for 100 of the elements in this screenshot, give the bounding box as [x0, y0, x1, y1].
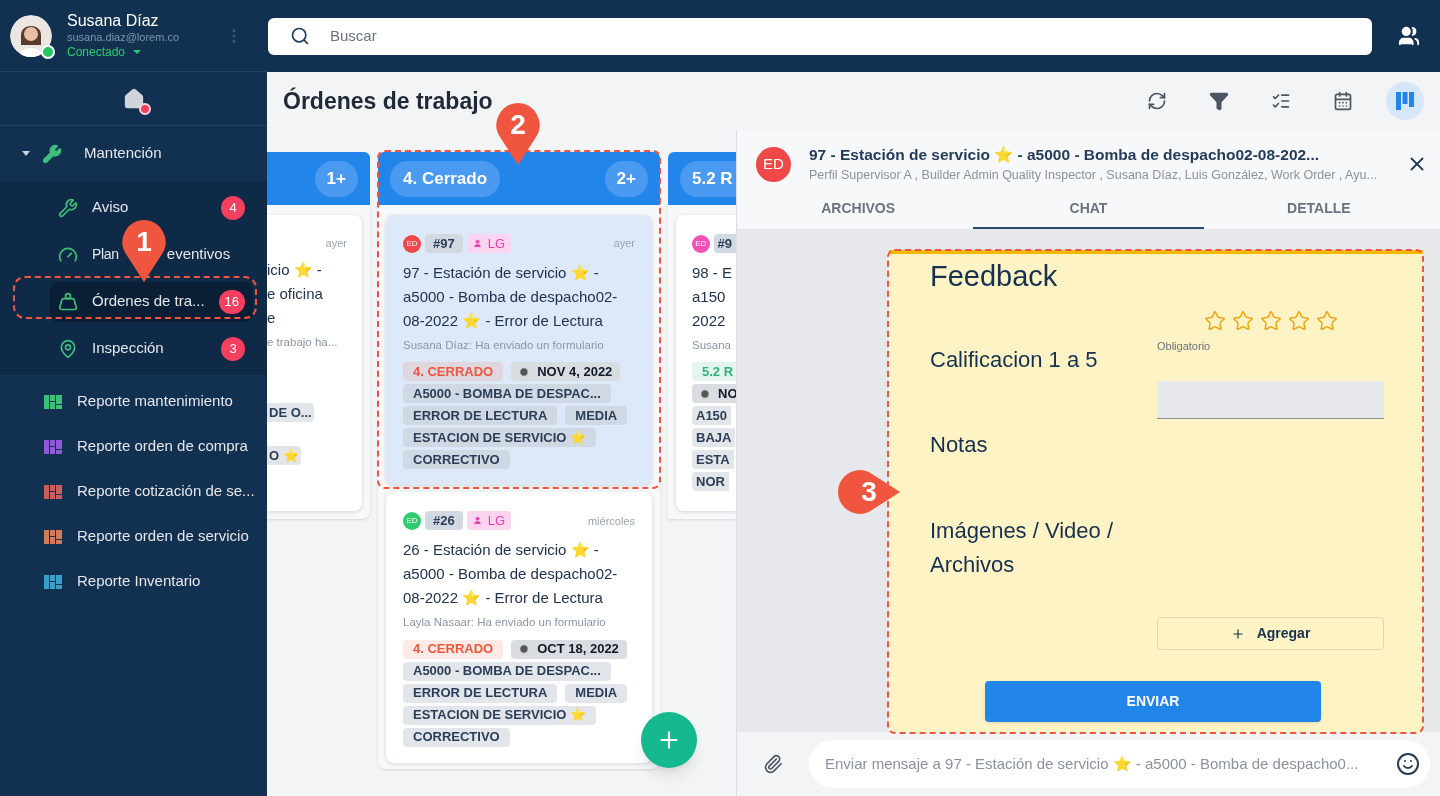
user-name: Susana Díaz	[67, 11, 160, 32]
report-icon	[44, 574, 62, 589]
nav-item-label[interactable]: Aviso	[92, 196, 129, 219]
nav-item[interactable]: Órdenes de tra... 16	[50, 281, 254, 322]
nav-item[interactable]: Reporte cotización de se...	[77, 480, 255, 503]
submit-button[interactable]: ENVIAR	[985, 681, 1321, 722]
nav-group-label[interactable]: Mantención	[84, 142, 162, 165]
order-number: #9	[713, 234, 736, 253]
search-field[interactable]: Buscar	[268, 17, 1372, 55]
nav-item-label[interactable]: Plan	[92, 244, 119, 265]
nav-item[interactable]: Reporte Inventario	[77, 570, 201, 593]
nav-icon[interactable]	[58, 338, 78, 359]
nav-item[interactable]: Reporte orden de compra	[77, 435, 248, 458]
attach-icon[interactable]	[763, 754, 783, 774]
order-number: #97	[425, 234, 463, 253]
status-tag: 4. CERRADO	[403, 362, 504, 382]
tag: DE O...	[267, 402, 314, 422]
avatar: ED	[403, 234, 421, 253]
avatar	[10, 14, 52, 57]
nav-item[interactable]: Reporte mantenimiento	[77, 390, 233, 413]
report-icon	[44, 394, 62, 409]
person-icon	[472, 239, 482, 248]
clock-icon	[519, 366, 530, 377]
refresh-icon	[1147, 91, 1167, 111]
star-icon[interactable]	[1287, 310, 1310, 332]
tag: ESTACION DE SERVICIO ⭐	[403, 428, 596, 448]
callout-tooltip: 1	[122, 220, 166, 282]
star-icon[interactable]	[1315, 310, 1338, 332]
expand-caret-icon[interactable]	[22, 151, 30, 156]
work-order-card[interactable]	[386, 215, 652, 486]
field-label: Imágenes / Video / Archivos	[930, 517, 1115, 579]
clock-icon	[519, 644, 530, 654]
star-icon[interactable]	[1259, 310, 1282, 332]
toolbar-button[interactable]	[1386, 82, 1424, 120]
form-title: Feedback	[930, 259, 1058, 294]
tag: CORRECTIVO	[403, 727, 510, 747]
add-file-button[interactable]: Agregar	[1157, 617, 1384, 650]
card-subtitle: Susana Díaz: Ha enviado un formulario	[403, 338, 605, 353]
tag: A5000 - BOMBA DE DESPAC...	[403, 661, 611, 681]
person-icon	[472, 516, 482, 526]
report-icon	[44, 439, 62, 454]
work-order-card[interactable]	[386, 492, 652, 763]
card-title: 2022	[692, 311, 727, 331]
page-title: Órdenes de trabajo	[283, 86, 493, 116]
caret-icon	[133, 50, 142, 55]
nav-item-label[interactable]: Inspección	[92, 337, 164, 360]
star-rating[interactable]	[1203, 310, 1338, 332]
card-subtitle: Susana	[692, 338, 732, 353]
callout-tooltip: 2	[496, 103, 540, 165]
card-title: icio ⭐ -	[267, 259, 323, 280]
wrench-icon	[42, 143, 62, 164]
filter-icon	[1209, 91, 1229, 111]
tab[interactable]: DETALLE	[1203, 190, 1434, 229]
card-title: 97 - Estación de servicio ⭐ - a5000 - Bomba de despacho02-08-2022 ⭐ - Error de Lectura	[403, 263, 619, 331]
date-tag: OCT 18, 2022	[511, 639, 627, 659]
date-tag: NOV 4, 2022	[511, 362, 621, 382]
time-label: miércoles	[587, 513, 635, 529]
emoji-icon[interactable]	[1396, 752, 1420, 776]
plus-icon	[1230, 626, 1245, 641]
status-dropdown[interactable]: Conectado	[67, 44, 180, 60]
tag: ESTACION DE SERVICIO ⭐	[403, 705, 596, 725]
tag: MEDIA	[565, 683, 628, 703]
star-icon[interactable]	[1203, 310, 1226, 332]
checklist-icon	[1271, 91, 1291, 111]
assignee-tag: LG	[466, 234, 512, 253]
tag: BAJA	[692, 428, 736, 448]
nav-icon[interactable]	[58, 197, 78, 218]
board-view-icon	[1396, 92, 1414, 110]
card-title: a150	[692, 287, 727, 307]
detail-title: 97 - Estación de servicio ⭐ - a5000 - Bomba de despacho02-08-202...	[809, 145, 1321, 165]
home-icon[interactable]	[122, 87, 145, 110]
star-icon[interactable]	[1231, 310, 1254, 332]
count-badge: 16	[218, 289, 246, 314]
tag: O ⭐	[267, 445, 301, 465]
work-order-card[interactable]: ayer icio ⭐ - e oficina e e trabajo ha... DE O... O ⭐	[267, 215, 362, 511]
card-subtitle: Layla Nasaar: Ha enviado un formulario	[403, 615, 607, 631]
report-icon	[44, 529, 62, 544]
count-badge: 3	[221, 336, 245, 361]
message-field[interactable]: Enviar mensaje a 97 - Estación de servicio ⭐ - a5000 - Bomba de despacho0...	[809, 740, 1430, 788]
field-label: Calificacion 1 a 5	[930, 346, 1099, 374]
avatar: ED	[403, 511, 421, 530]
time-label: ayer	[325, 236, 347, 251]
notes-field[interactable]	[1157, 381, 1384, 419]
search-icon	[290, 26, 310, 46]
tab[interactable]: ARCHIVOS	[743, 190, 974, 229]
column-title: 5.2 R	[680, 160, 736, 197]
count-pill: 2+	[604, 160, 648, 197]
field-label: Notas	[930, 431, 989, 459]
tag: A5000 - BOMBA DE DESPAC...	[403, 384, 611, 404]
nav-item-label[interactable]: eventivos	[166, 243, 231, 266]
card-subtitle: e trabajo ha...	[267, 334, 339, 350]
card-title: e oficina	[267, 283, 324, 304]
card-title: e	[267, 307, 277, 328]
user-email: susana.diaz@lorem.co	[67, 31, 180, 45]
tag: CORRECTIVO	[403, 450, 510, 470]
nav-item[interactable]: Reporte orden de servicio	[77, 525, 249, 548]
assignee-tag: LG	[466, 511, 512, 531]
card-title: 98 - E	[692, 263, 734, 283]
clock-icon	[700, 388, 710, 399]
people-icon[interactable]	[1398, 25, 1420, 47]
